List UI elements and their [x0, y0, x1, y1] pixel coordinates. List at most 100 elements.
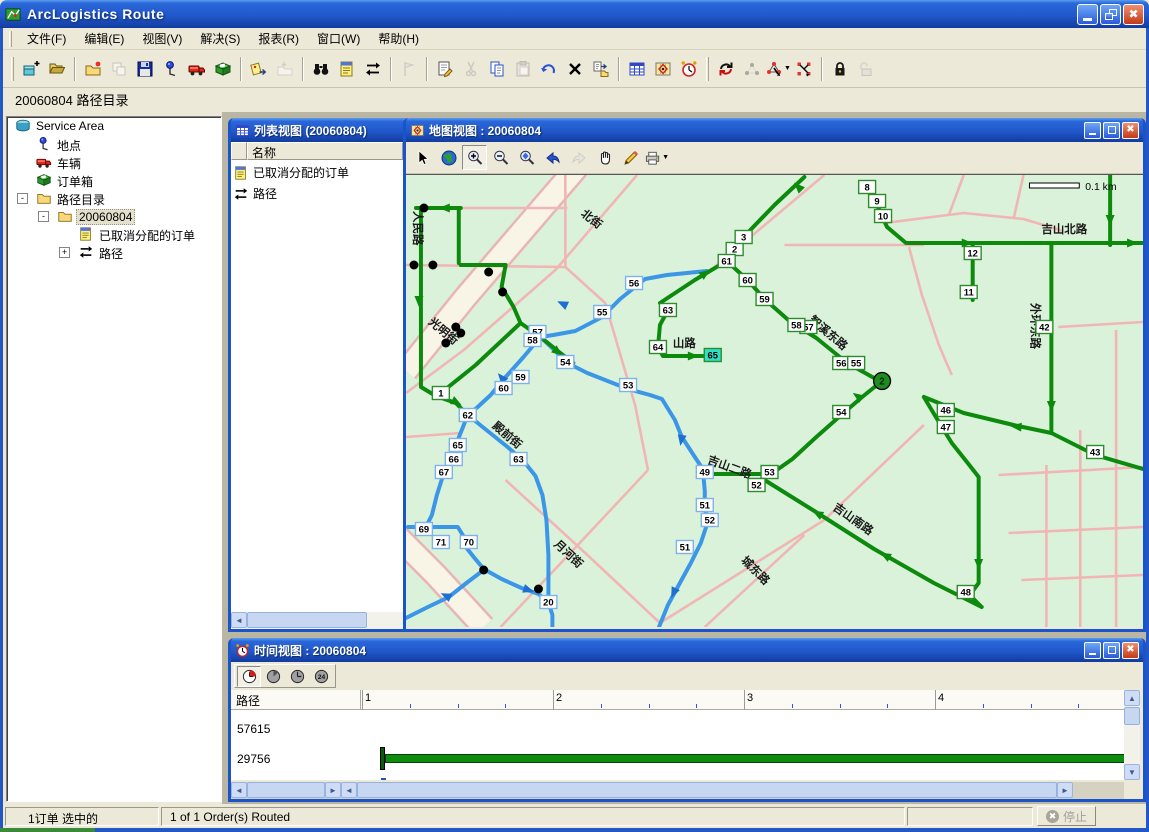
tree-item-0[interactable]: Service Area: [7, 117, 221, 135]
collapse-icon[interactable]: -: [38, 211, 49, 222]
save-button[interactable]: [132, 56, 158, 82]
unassigned-order-dot[interactable]: [428, 261, 437, 270]
map-stop-43[interactable]: 43: [1087, 446, 1104, 459]
route-column-header[interactable]: 路径: [231, 690, 361, 710]
network-nodes-button[interactable]: [791, 56, 817, 82]
map-view-titlebar[interactable]: 地图视图 : 20060804 ✖: [406, 118, 1143, 142]
map-stop-56[interactable]: 56: [626, 277, 643, 290]
clock-quarter-button[interactable]: [261, 666, 285, 687]
list-view-grid-button[interactable]: [624, 56, 650, 82]
map-stop-54[interactable]: 54: [557, 356, 574, 369]
map-stop-60[interactable]: 60: [495, 382, 512, 395]
menu-item-1[interactable]: 编辑(E): [75, 27, 133, 50]
lock-button[interactable]: [827, 56, 853, 82]
map-view-button[interactable]: [650, 56, 676, 82]
map-stop-20[interactable]: 20: [540, 596, 557, 609]
vehicle-truck-button[interactable]: [184, 56, 210, 82]
map-stop-63[interactable]: 63: [659, 304, 676, 317]
map-stop-11[interactable]: 11: [960, 286, 977, 299]
map-stop-47[interactable]: 47: [937, 421, 954, 434]
zoom-selected-button[interactable]: [514, 145, 539, 170]
tree-item-7[interactable]: +路径: [7, 243, 221, 261]
zoom-out-button[interactable]: [488, 145, 513, 170]
orders-pad-button[interactable]: [334, 56, 360, 82]
scroll-right-icon-2[interactable]: ►: [1057, 782, 1073, 798]
scroll-up-icon[interactable]: ▲: [1124, 690, 1140, 706]
map-stop-70[interactable]: 70: [460, 536, 477, 549]
map-close-button[interactable]: ✖: [1122, 122, 1139, 139]
map-stop-48[interactable]: 48: [957, 586, 974, 599]
scroll-left-icon[interactable]: ◄: [231, 612, 247, 628]
tree-item-5[interactable]: -20060804: [7, 207, 221, 225]
new-folder-button[interactable]: [80, 56, 106, 82]
map-stop-8[interactable]: 8: [859, 181, 876, 194]
map-maximize-button[interactable]: [1103, 122, 1120, 139]
copy-button[interactable]: [484, 56, 510, 82]
map-stop-10[interactable]: 10: [875, 210, 892, 223]
map-stop-63[interactable]: 63: [510, 453, 527, 466]
menu-item-3[interactable]: 解决(S): [191, 27, 249, 50]
map-stop-59[interactable]: 59: [756, 293, 773, 306]
cursor-arrow-button[interactable]: [410, 145, 435, 170]
clock-24-button[interactable]: 24: [309, 666, 333, 687]
draw-pencil-button[interactable]: [618, 145, 643, 170]
map-stop-46[interactable]: 46: [937, 404, 954, 417]
map-stop-66[interactable]: 66: [445, 453, 462, 466]
map-stop-12[interactable]: 12: [964, 247, 981, 260]
map-stop-51[interactable]: 51: [676, 541, 693, 554]
map-stop-69[interactable]: 69: [415, 523, 432, 536]
time-horizontal-scrollbars[interactable]: ◄ ► ◄ ►: [231, 782, 1127, 799]
tree-item-3[interactable]: 订单箱: [7, 171, 221, 189]
collapse-icon[interactable]: -: [17, 193, 28, 204]
map-stop-58[interactable]: 58: [524, 334, 541, 347]
menu-item-0[interactable]: 文件(F): [18, 27, 75, 50]
map-canvas[interactable]: 北街吉山北路智溪东路外环东路山路人民路光明街殿前街月河街城东路吉山二路吉山南路5…: [406, 174, 1143, 626]
minimize-button[interactable]: [1077, 4, 1098, 25]
menu-item-2[interactable]: 视图(V): [133, 27, 191, 50]
map-stop-61[interactable]: 61: [718, 255, 735, 268]
map-stop-62[interactable]: 62: [459, 409, 476, 422]
tree-item-2[interactable]: 车辆: [7, 153, 221, 171]
zoom-in-button[interactable]: [462, 145, 487, 170]
network-edit-button[interactable]: ▼: [765, 56, 791, 82]
map-stop-55[interactable]: 55: [848, 357, 865, 370]
row-selector-header[interactable]: [231, 142, 247, 160]
dropdown-caret-icon[interactable]: ▼: [784, 65, 791, 72]
time-view-titlebar[interactable]: 时间视图 : 20060804 ✖: [231, 638, 1143, 662]
unassigned-order-dot[interactable]: [409, 261, 418, 270]
tree-item-6[interactable]: 已取消分配的订单: [7, 225, 221, 243]
globe-full-extent-button[interactable]: [436, 145, 461, 170]
map-stop-53[interactable]: 53: [620, 379, 637, 392]
pan-hand-button[interactable]: [592, 145, 617, 170]
scroll-thumb[interactable]: [247, 612, 367, 628]
scroll-thumb-2[interactable]: [357, 782, 1057, 798]
undo-button[interactable]: [536, 56, 562, 82]
map-stop-9[interactable]: 9: [869, 195, 886, 208]
scroll-right-icon[interactable]: ►: [325, 782, 341, 798]
map-stop-52[interactable]: 52: [701, 514, 718, 527]
expand-icon[interactable]: +: [59, 247, 70, 258]
time-close-button[interactable]: ✖: [1122, 642, 1139, 659]
pane-left-icon[interactable]: ◄: [341, 782, 357, 798]
scroll-thumb[interactable]: [247, 782, 325, 798]
menu-item-6[interactable]: 帮助(H): [369, 27, 428, 50]
map-stop-59[interactable]: 59: [512, 371, 529, 384]
print-button[interactable]: ▼: [644, 145, 669, 170]
rebuild-routes-button[interactable]: [713, 56, 739, 82]
route-arrows-button[interactable]: [360, 56, 386, 82]
tree-item-4[interactable]: -路径目录: [7, 189, 221, 207]
list-item-0[interactable]: 已取消分配的订单: [231, 162, 349, 183]
tree-item-1[interactable]: 地点: [7, 135, 221, 153]
scroll-down-icon[interactable]: ▼: [1124, 764, 1140, 780]
close-button[interactable]: ✖: [1123, 4, 1144, 25]
unassigned-order-dot[interactable]: [498, 288, 507, 297]
map-stop-65[interactable]: 65: [449, 439, 466, 452]
time-vertical-scrollbar[interactable]: ▲ ▼: [1124, 690, 1140, 780]
map-stop-60[interactable]: 60: [739, 274, 756, 287]
map-stop-1[interactable]: 1: [432, 387, 449, 400]
unassigned-order-dot[interactable]: [534, 585, 543, 594]
clock-quarter-red-button[interactable]: [237, 666, 261, 687]
menu-item-4[interactable]: 报表(R): [249, 27, 308, 50]
list-item-1[interactable]: 路径: [231, 183, 349, 204]
map-stop-54[interactable]: 54: [833, 406, 850, 419]
